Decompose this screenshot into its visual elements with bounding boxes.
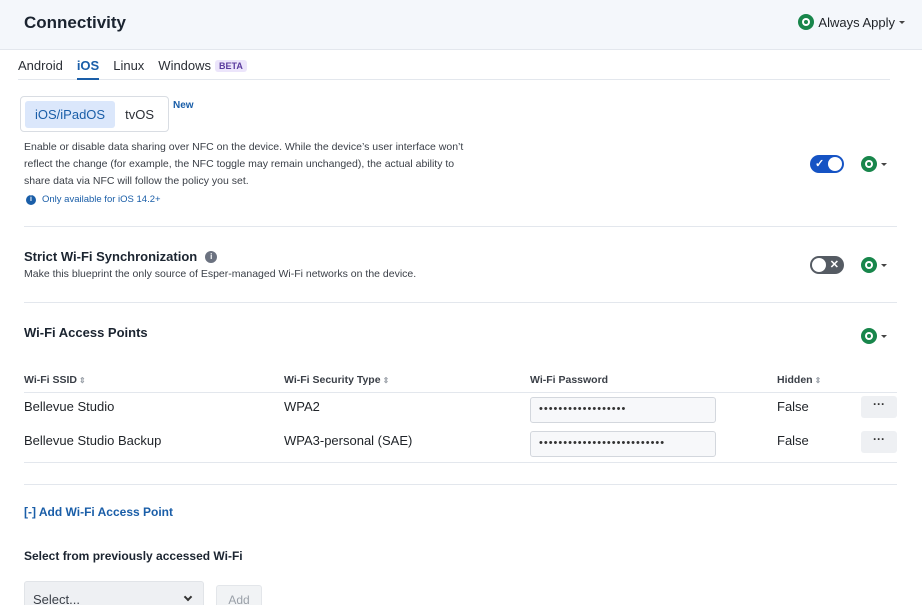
- tab-android[interactable]: Android: [18, 58, 63, 79]
- column-header-security[interactable]: Wi-Fi Security Type ⇕: [284, 374, 389, 386]
- divider: [24, 484, 897, 485]
- column-header-label: Wi-Fi Password: [530, 374, 609, 386]
- sort-icon: ⇕: [814, 376, 822, 385]
- column-header-hidden[interactable]: Hidden ⇕: [777, 374, 821, 386]
- column-header-ssid[interactable]: Wi-Fi SSID ⇕: [24, 374, 86, 386]
- policy-icon: [861, 328, 877, 344]
- row-security: WPA3-personal (SAE): [284, 433, 413, 448]
- strict-wifi-title: Strict Wi-Fi Synchronization i: [24, 249, 218, 264]
- table-bottom-divider: [24, 462, 897, 463]
- tab-windows[interactable]: Windows BETA: [158, 58, 247, 79]
- table-header-divider: [24, 392, 897, 393]
- nfc-toggle[interactable]: ✓: [810, 155, 844, 173]
- toggle-knob: [828, 157, 842, 171]
- ios-version-note: i Only available for iOS 14.2+: [26, 194, 161, 205]
- page-header: Connectivity Always Apply: [0, 0, 922, 50]
- caret-down-icon: [899, 20, 905, 24]
- tab-linux[interactable]: Linux: [113, 58, 144, 79]
- caret-down-icon: [881, 263, 887, 267]
- ios-version-note-text: Only available for iOS 14.2+: [42, 194, 161, 205]
- add-button[interactable]: Add: [216, 585, 262, 605]
- previous-wifi-select[interactable]: Select...: [24, 581, 204, 605]
- add-access-point-link[interactable]: [-] Add Wi-Fi Access Point: [24, 505, 173, 519]
- info-icon: i: [26, 194, 36, 205]
- divider: [24, 302, 897, 303]
- info-icon[interactable]: i: [205, 250, 218, 263]
- page-title: Connectivity: [24, 13, 127, 32]
- check-icon: ✓: [815, 158, 825, 170]
- row-more-button[interactable]: ···: [861, 431, 897, 453]
- nfc-policy-dropdown[interactable]: [861, 156, 887, 172]
- policy-icon: [861, 156, 877, 172]
- previous-wifi-label: Select from previously accessed Wi-Fi: [24, 549, 243, 563]
- new-badge: New: [173, 100, 194, 111]
- row-security: WPA2: [284, 399, 320, 414]
- toggle-knob: [812, 258, 826, 272]
- access-points-policy-dropdown[interactable]: [861, 328, 887, 344]
- policy-icon: [861, 257, 877, 273]
- x-icon: ✕: [829, 259, 839, 271]
- os-tabs: Android iOS Linux Windows BETA: [18, 50, 890, 80]
- beta-badge: BETA: [215, 60, 247, 72]
- chevron-down-icon: [183, 592, 193, 602]
- row-ssid: Bellevue Studio: [24, 399, 115, 414]
- segment-ios-ipados[interactable]: iOS/iPadOS: [25, 100, 116, 128]
- sort-icon: ⇕: [79, 376, 86, 385]
- caret-down-icon: [881, 334, 887, 338]
- strict-wifi-description: Make this blueprint the only source of E…: [24, 268, 417, 280]
- column-header-label: Wi-Fi SSID: [24, 374, 77, 386]
- apply-mode-dropdown[interactable]: Always Apply: [798, 14, 905, 30]
- row-more-button[interactable]: ···: [861, 396, 897, 418]
- divider: [24, 226, 897, 227]
- platform-segmented-control: iOS/iPadOS tvOS: [20, 96, 169, 132]
- policy-icon: [798, 14, 815, 30]
- row-ssid: Bellevue Studio Backup: [24, 433, 162, 448]
- strict-wifi-policy-dropdown[interactable]: [861, 257, 887, 273]
- row-hidden: False: [777, 399, 809, 414]
- column-header-label: Wi-Fi Security Type: [284, 374, 381, 386]
- tab-ios[interactable]: iOS: [76, 58, 100, 80]
- password-field[interactable]: ••••••••••••••••••••••••••: [530, 431, 716, 457]
- strict-wifi-toggle[interactable]: ✕: [810, 256, 844, 274]
- sort-icon: ⇕: [382, 376, 390, 385]
- row-hidden: False: [777, 433, 809, 448]
- select-placeholder: Select...: [33, 592, 80, 605]
- caret-down-icon: [881, 162, 887, 166]
- nfc-description: Enable or disable data sharing over NFC …: [24, 141, 464, 187]
- segment-tvos[interactable]: tvOS: [115, 101, 164, 128]
- tab-windows-label: Windows: [158, 58, 212, 73]
- column-header-label: Hidden: [777, 374, 813, 386]
- strict-wifi-title-text: Strict Wi-Fi Synchronization: [24, 249, 198, 264]
- password-field[interactable]: ••••••••••••••••••: [530, 397, 716, 423]
- apply-mode-label: Always Apply: [818, 14, 895, 30]
- column-header-password: Wi-Fi Password: [530, 374, 608, 386]
- access-points-title: Wi-Fi Access Points: [24, 325, 148, 340]
